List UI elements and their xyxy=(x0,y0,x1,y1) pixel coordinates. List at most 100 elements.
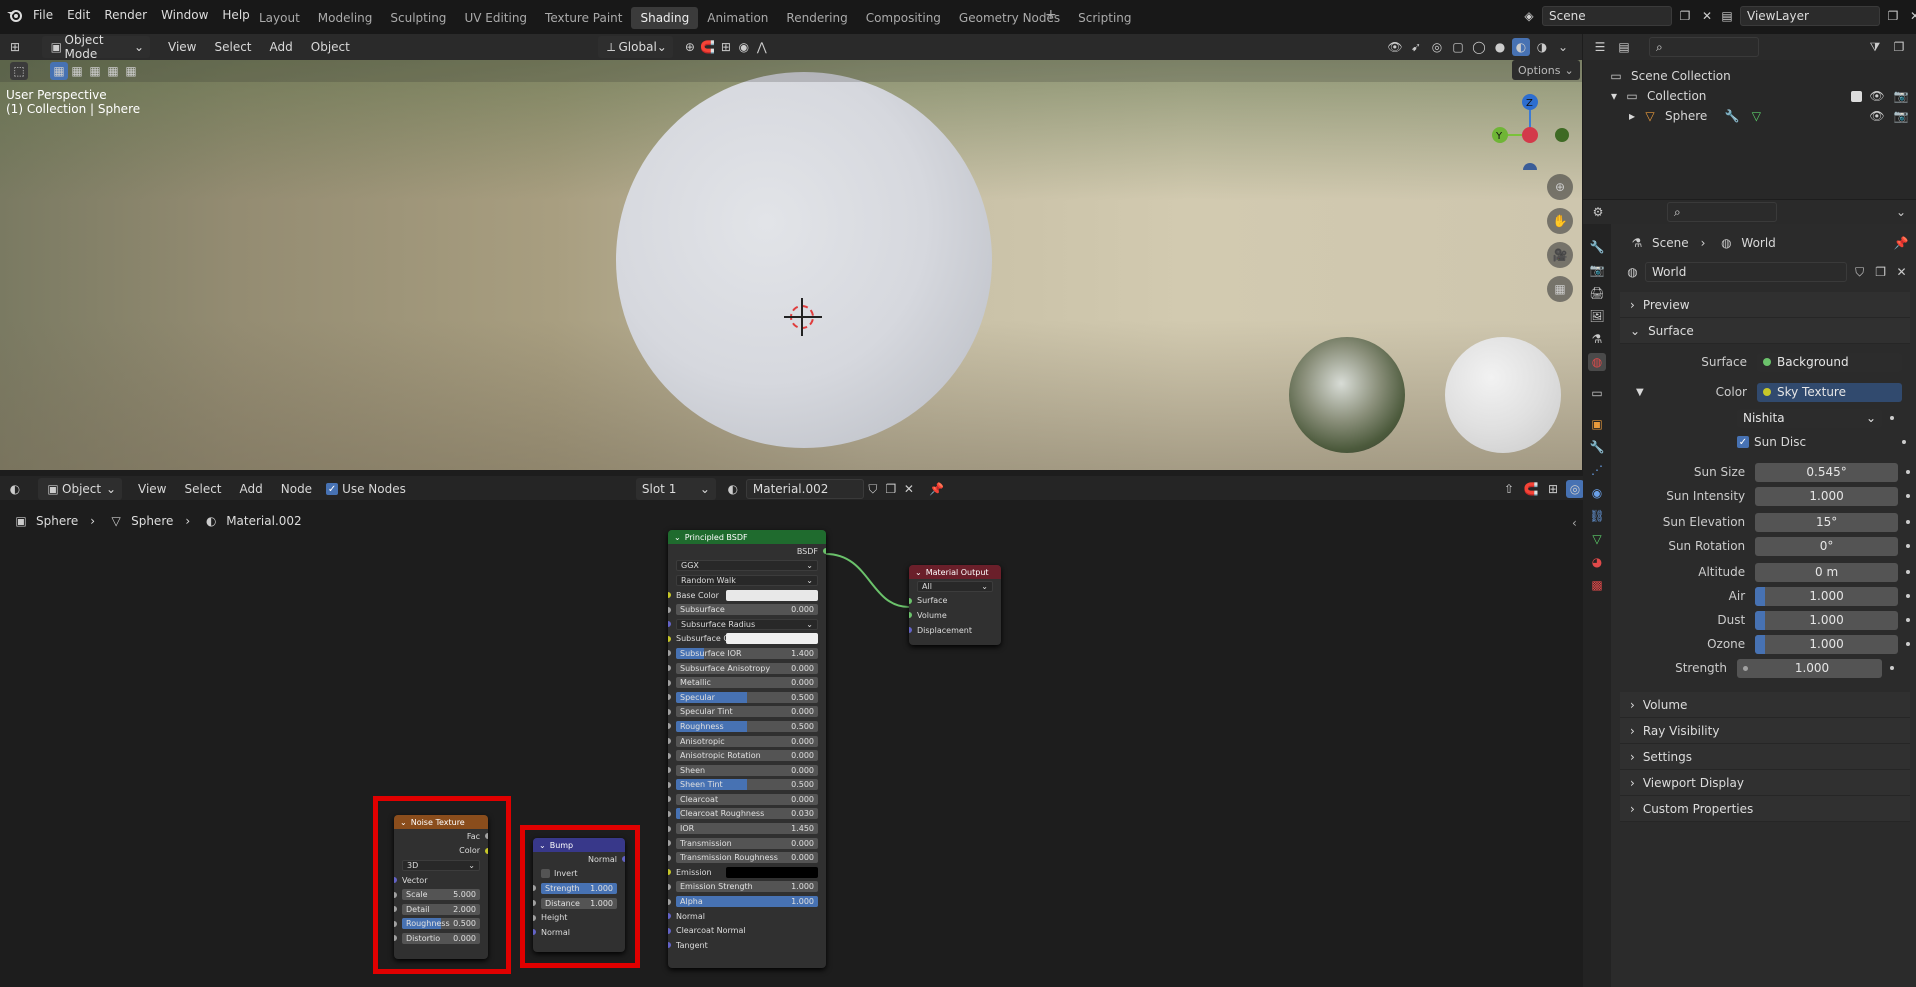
gizmo-icon[interactable]: ➹ xyxy=(1407,38,1425,56)
chevron-down-icon[interactable]: ▾ xyxy=(1611,89,1617,103)
eye-icon[interactable]: 👁 xyxy=(1868,87,1886,105)
input-socket[interactable] xyxy=(668,635,671,642)
bsdf-output-socket[interactable] xyxy=(823,548,826,555)
keyframe-dot[interactable] xyxy=(1906,642,1910,646)
camera-icon[interactable]: 📷 xyxy=(1892,87,1910,105)
outliner-search[interactable]: ⌕ xyxy=(1649,37,1759,57)
filter-icon[interactable]: ⧩ xyxy=(1866,38,1884,56)
input-socket[interactable] xyxy=(394,920,397,927)
input-socket[interactable] xyxy=(394,906,397,913)
value-slider[interactable]: Metallic 0.000 xyxy=(676,677,818,689)
vector-dropdown[interactable]: Subsurface Radius ⌄ xyxy=(676,618,818,630)
input-socket[interactable] xyxy=(668,694,671,701)
texture-tab-icon[interactable]: ▩ xyxy=(1588,576,1606,594)
properties-search[interactable]: ⌕ xyxy=(1667,202,1777,222)
slot-select[interactable]: Slot 1 ⌄ xyxy=(635,478,716,500)
view-layer-field[interactable]: ViewLayer xyxy=(1740,6,1880,26)
blender-logo-icon[interactable] xyxy=(6,7,24,23)
input-socket[interactable] xyxy=(668,708,671,715)
input-socket[interactable] xyxy=(533,914,536,921)
value-slider[interactable]: Distance 1.000 xyxy=(541,897,617,909)
value-slider[interactable]: Subsurface 0.000 xyxy=(676,604,818,616)
panel-settings[interactable]: › Settings xyxy=(1620,744,1910,770)
keyframe-dot[interactable] xyxy=(1906,618,1910,622)
input-socket[interactable] xyxy=(668,650,671,657)
shader-type-select[interactable]: ▣ Object ⌄ xyxy=(38,478,122,500)
pan-hand-icon[interactable]: ✋ xyxy=(1547,208,1573,234)
value-slider[interactable]: Anisotropic 0.000 xyxy=(676,735,818,747)
panel-preview[interactable]: › Preview xyxy=(1620,292,1910,318)
material-output-node[interactable]: ⌄ Material Output All ⌄ Surface Volume Disp… xyxy=(909,565,1001,645)
color-swatch[interactable] xyxy=(726,589,818,601)
panel-surface[interactable]: ⌄ Surface xyxy=(1620,318,1910,344)
collection-tab-icon[interactable]: ▭ xyxy=(1588,384,1606,402)
constraints-tab-icon[interactable]: ⛓ xyxy=(1588,507,1606,525)
surface-shader-field[interactable]: Background xyxy=(1757,352,1902,372)
sun-disc-checkbox[interactable]: ✓ xyxy=(1737,436,1749,448)
principled-bsdf-node[interactable]: ⌄ Principled BSDF BSDF GGX ⌄ Random Walk ⌄… xyxy=(668,530,826,968)
color-output-socket[interactable] xyxy=(485,847,488,854)
select-subtract-icon[interactable]: ▦ xyxy=(86,62,104,80)
tab-layout[interactable]: Layout xyxy=(250,7,309,29)
input-socket[interactable] xyxy=(668,825,671,832)
node-menu-select[interactable]: Select xyxy=(176,482,229,496)
overlays-icon[interactable]: ◎ xyxy=(1566,480,1584,498)
input-socket[interactable] xyxy=(668,840,671,847)
panel-volume[interactable]: › Volume xyxy=(1620,692,1910,718)
panel-ray-visibility[interactable]: › Ray Visibility xyxy=(1620,718,1910,744)
value-slider[interactable]: Transmission 0.000 xyxy=(676,837,818,849)
prop-field[interactable]: 1.000 xyxy=(1755,634,1899,654)
input-socket[interactable] xyxy=(668,796,671,803)
fake-user-shield-icon[interactable]: ⛉ xyxy=(1851,263,1868,281)
value-slider[interactable]: Specular Tint 0.000 xyxy=(676,706,818,718)
fake-user-shield-icon[interactable]: ⛉ xyxy=(864,480,882,498)
collapse-icon[interactable]: ⌄ xyxy=(674,533,681,542)
navigation-gizmo[interactable]: Z Y xyxy=(1490,90,1570,177)
panel-viewport-display[interactable]: › Viewport Display xyxy=(1620,770,1910,796)
chevron-down-icon[interactable]: ⌄ xyxy=(1892,203,1910,221)
input-socket[interactable] xyxy=(668,810,671,817)
prop-field[interactable]: 15° xyxy=(1755,512,1899,532)
sky-type-dropdown[interactable]: Nishita ⌄ xyxy=(1737,408,1882,428)
input-socket[interactable] xyxy=(668,738,671,745)
input-socket[interactable] xyxy=(909,612,912,619)
input-socket[interactable] xyxy=(668,781,671,788)
select-tool-icon[interactable]: ⬚ xyxy=(10,62,28,80)
world-name-field[interactable]: World xyxy=(1644,262,1848,282)
value-slider[interactable]: Clearcoat Roughness 0.030 xyxy=(676,808,818,820)
data-tab-icon[interactable]: ▽ xyxy=(1588,530,1606,548)
value-slider[interactable]: Sheen 0.000 xyxy=(676,764,818,776)
normal-output-socket[interactable] xyxy=(622,856,625,863)
node-menu-node[interactable]: Node xyxy=(273,482,320,496)
value-slider[interactable]: Emission Strength 1.000 xyxy=(676,881,818,893)
collapse-icon[interactable]: ⌄ xyxy=(915,568,922,577)
node-menu-add[interactable]: Add xyxy=(232,482,271,496)
value-slider[interactable]: Distortio 0.000 xyxy=(402,932,480,944)
keyframe-dot[interactable] xyxy=(1906,544,1910,548)
add-workspace-icon[interactable]: + xyxy=(1045,7,1057,23)
solid-shading-icon[interactable]: ● xyxy=(1491,38,1509,56)
mode-select[interactable]: ▣ Object Mode ⌄ xyxy=(42,33,150,61)
modifier-tab-icon[interactable]: 🔧 xyxy=(1588,438,1606,456)
dimensions-dropdown[interactable]: 3D ⌄ xyxy=(402,859,480,871)
collapse-icon[interactable]: ⌄ xyxy=(539,841,546,850)
duplicate-material-icon[interactable]: ❐ xyxy=(882,480,900,498)
tab-sculpting[interactable]: Sculpting xyxy=(381,7,455,29)
value-slider[interactable]: Anisotropic Rotation 0.000 xyxy=(676,750,818,762)
keyframe-dot[interactable] xyxy=(1906,494,1910,498)
value-slider[interactable]: Alpha 1.000 xyxy=(676,896,818,908)
3d-viewport[interactable]: User Perspective (1) Collection | Sphere… xyxy=(0,60,1582,470)
overlay-icon[interactable]: ◎ xyxy=(1428,38,1446,56)
input-socket[interactable] xyxy=(668,767,671,774)
checkbox-checked-icon[interactable]: ✓ xyxy=(326,483,339,495)
prop-field[interactable]: 0 m xyxy=(1755,562,1899,582)
prop-field[interactable]: 1.000 xyxy=(1755,610,1899,630)
close-view-layer-icon[interactable]: ✕ xyxy=(1906,7,1916,25)
snap-icon[interactable]: 🧲 xyxy=(699,38,717,56)
wireframe-shading-icon[interactable]: ◯ xyxy=(1470,38,1488,56)
strength-field[interactable]: 1.000 xyxy=(1737,658,1882,678)
unlink-material-icon[interactable]: ✕ xyxy=(900,480,918,498)
tab-uv-editing[interactable]: UV Editing xyxy=(455,7,536,29)
grid-perspective-icon[interactable]: ▦ xyxy=(1547,276,1573,302)
main-sphere[interactable] xyxy=(616,72,992,448)
